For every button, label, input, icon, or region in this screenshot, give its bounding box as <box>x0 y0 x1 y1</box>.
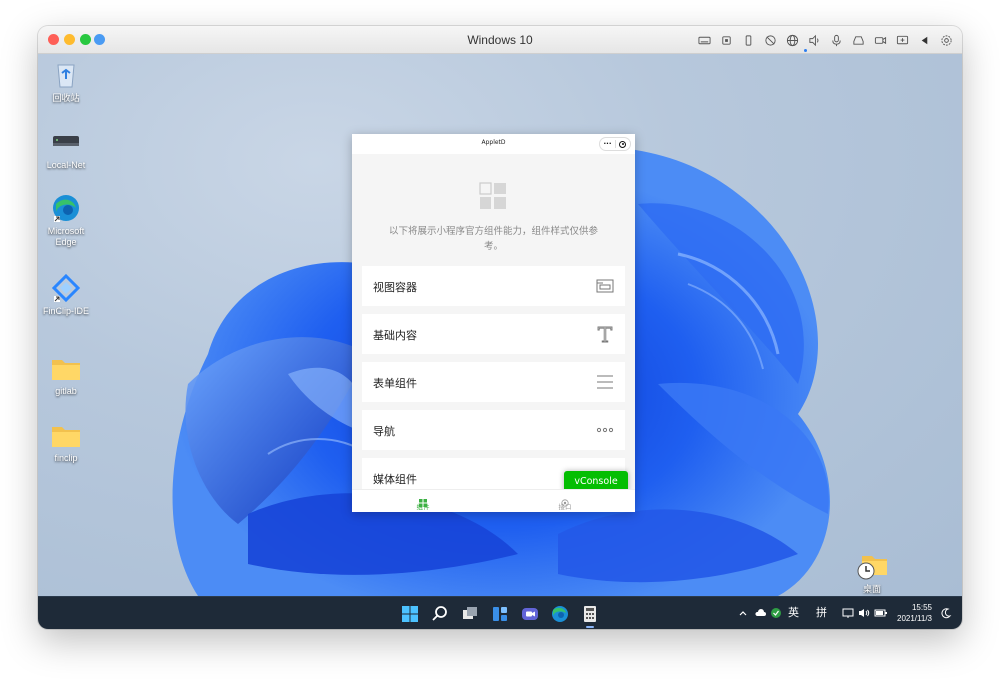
cloud-icon[interactable] <box>754 597 766 629</box>
language-indicator[interactable]: 英 <box>788 597 799 629</box>
clock-date: 2021/11/3 <box>897 614 932 623</box>
microphone-icon[interactable] <box>828 32 844 48</box>
desktop-icon-local-net[interactable]: Local-Net <box>38 126 94 171</box>
tab-api[interactable]: 接口 <box>545 492 585 511</box>
desktop-icon-finclip[interactable]: finclip <box>38 419 94 464</box>
target-icon <box>619 140 627 148</box>
folder-clock-icon <box>856 550 888 582</box>
globe-icon[interactable] <box>784 32 800 48</box>
vm-window: Windows 10 回收站 Local-Net Microsoft Edge … <box>38 26 962 629</box>
desktop-icon-gitlab[interactable]: gitlab <box>38 352 94 397</box>
screen-icon[interactable] <box>894 32 910 48</box>
miniapp-title: AppletD <box>481 139 506 146</box>
recycle-bin-icon <box>50 59 82 91</box>
chat-icon[interactable] <box>520 604 540 624</box>
more-button[interactable]: ··· <box>600 139 615 149</box>
desktop-icon-label: finclip <box>54 453 78 463</box>
chevron-up-icon[interactable] <box>738 597 748 629</box>
active-indicator-dot <box>804 49 807 52</box>
miniapp-tabbar: 组件 接口 <box>352 489 635 512</box>
title-bar: Windows 10 <box>38 26 962 54</box>
windows-start-icon[interactable] <box>400 604 420 624</box>
windows-desktop: 回收站 Local-Net Microsoft Edge FinClip-IDE <box>38 54 962 596</box>
desktop-icon-label: 回收站 <box>52 93 80 103</box>
ime-indicator[interactable]: 拼 <box>816 597 827 629</box>
keyboard-icon[interactable] <box>696 32 712 48</box>
task-view-icon[interactable] <box>460 604 480 624</box>
components-tab-icon <box>419 492 427 507</box>
miniapp-simulator: AppletD ··· 以下将展示小程序官方组件能力，组件样式仅供参考。 视图容… <box>352 134 635 512</box>
desktop-icon-finclip-ide[interactable]: FinClip-IDE <box>38 272 94 317</box>
list-item-label: 表单组件 <box>373 377 417 390</box>
camera-off-icon[interactable] <box>872 32 888 48</box>
tab-label: 组件 <box>416 503 430 511</box>
notification-moon-icon[interactable] <box>940 597 952 629</box>
desktop-icon-label: gitlab <box>55 386 77 396</box>
view-container-icon <box>596 277 614 295</box>
system-clock[interactable]: 15:55 2021/11/3 <box>897 602 932 624</box>
list-item-label: 导航 <box>373 425 395 438</box>
gear-icon[interactable] <box>938 32 954 48</box>
list-item-label: 基础内容 <box>373 329 417 342</box>
list-lines-icon <box>596 373 614 391</box>
list-item-view-container[interactable]: 视图容器 <box>362 266 625 306</box>
network-icon[interactable] <box>842 597 854 629</box>
desktop-icon-label: Local-Net <box>46 160 86 170</box>
widgets-icon[interactable] <box>490 604 510 624</box>
list-item-basic-content[interactable]: 基础内容 <box>362 314 625 354</box>
usb-icon[interactable] <box>740 32 756 48</box>
edge-icon[interactable] <box>550 604 570 624</box>
desktop-icon-label: 桌面 <box>862 584 881 594</box>
volume-icon[interactable] <box>858 597 870 629</box>
miniapp-navbar: AppletD ··· <box>352 134 635 154</box>
folder-icon <box>50 419 82 451</box>
arrow-left-icon[interactable] <box>916 32 932 48</box>
desktop-icon-label: Microsoft Edge <box>47 226 85 247</box>
clock-time: 15:55 <box>911 603 932 612</box>
dots-icon <box>596 421 614 439</box>
components-logo-icon <box>479 182 507 210</box>
search-icon[interactable] <box>430 604 450 624</box>
desktop-icon-recycle-bin[interactable]: 回收站 <box>38 59 94 104</box>
folder-icon <box>50 352 82 384</box>
active-app-indicator <box>586 626 594 628</box>
speaker-icon[interactable] <box>806 32 822 48</box>
finclip-icon <box>50 272 82 304</box>
text-t-icon <box>596 325 614 343</box>
miniapp-description: 以下将展示小程序官方组件能力，组件样式仅供参考。 <box>388 226 598 252</box>
network-drive-icon <box>50 126 82 158</box>
list-item-label: 媒体组件 <box>373 473 417 486</box>
edge-icon <box>50 192 82 224</box>
no-camera-icon[interactable] <box>762 32 778 48</box>
calculator-icon[interactable] <box>580 604 600 624</box>
battery-icon[interactable] <box>874 597 888 629</box>
windows-taskbar: 英 拼 15:55 2021/11/3 <box>38 596 962 629</box>
drive-icon[interactable] <box>850 32 866 48</box>
desktop-icon-label: FinClip-IDE <box>42 306 89 316</box>
list-item-navigation[interactable]: 导航 <box>362 410 625 450</box>
desktop-icon-edge[interactable]: Microsoft Edge <box>38 192 94 248</box>
close-miniapp-button[interactable] <box>616 140 630 148</box>
api-tab-icon <box>561 492 569 507</box>
tab-components[interactable]: 组件 <box>403 492 443 511</box>
vm-toolbar <box>696 32 954 48</box>
miniapp-capsule: ··· <box>599 137 631 151</box>
list-item-label: 视图容器 <box>373 281 417 294</box>
desktop-icon-desktop-folder[interactable]: 桌面 <box>844 550 900 595</box>
security-shield-icon[interactable] <box>770 597 782 629</box>
tab-label: 接口 <box>558 503 572 511</box>
list-item-form-components[interactable]: 表单组件 <box>362 362 625 402</box>
cpu-icon[interactable] <box>718 32 734 48</box>
